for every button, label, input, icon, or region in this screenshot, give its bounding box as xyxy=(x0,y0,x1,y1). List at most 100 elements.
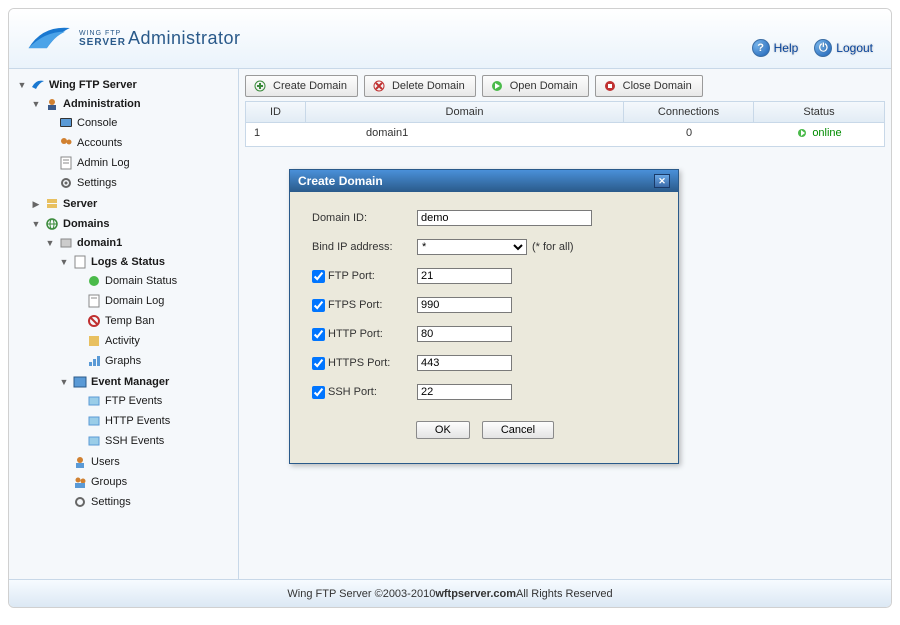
event-manager-icon xyxy=(72,374,88,390)
ftps-port-checkbox[interactable] xyxy=(312,299,325,312)
tree-adminlog[interactable]: Admin Log xyxy=(43,154,234,172)
cell-domain: domain1 xyxy=(306,123,624,146)
ftp-port-label: FTP Port: xyxy=(328,270,375,282)
graphs-icon xyxy=(86,353,102,369)
https-port-input[interactable] xyxy=(417,355,512,371)
bind-ip-hint: (* for all) xyxy=(532,241,574,253)
settings-icon xyxy=(72,494,88,510)
tree-server[interactable]: ▶ Server xyxy=(29,195,234,213)
accounts-icon xyxy=(58,135,74,151)
cell-connections: 0 xyxy=(624,123,754,146)
domains-icon xyxy=(44,216,60,232)
col-connections[interactable]: Connections xyxy=(624,102,754,122)
col-domain[interactable]: Domain xyxy=(306,102,624,122)
tree-console[interactable]: Console xyxy=(43,114,234,132)
tree-domain1[interactable]: ▼ domain1 xyxy=(43,234,234,252)
grid-header: ID Domain Connections Status xyxy=(246,102,884,123)
status-icon xyxy=(86,273,102,289)
logout-icon: ⏻ xyxy=(814,39,832,57)
tree-http-events[interactable]: HTTP Events xyxy=(71,412,234,430)
log-icon xyxy=(86,293,102,309)
create-domain-button[interactable]: Create Domain xyxy=(245,75,358,97)
activity-icon xyxy=(86,333,102,349)
tree-domains[interactable]: ▼ Domains xyxy=(29,215,234,233)
https-port-label: HTTPS Port: xyxy=(328,357,390,369)
ftp-port-checkbox[interactable] xyxy=(312,270,325,283)
tree-admin-settings[interactable]: Settings xyxy=(43,174,234,192)
ban-icon xyxy=(86,313,102,329)
tree-temp-ban[interactable]: Temp Ban xyxy=(71,312,234,330)
tree-domain-settings[interactable]: Settings xyxy=(57,493,234,511)
col-status[interactable]: Status xyxy=(754,102,884,122)
tree-graphs[interactable]: Graphs xyxy=(71,352,234,370)
app-header: WING FTP SERVER Administrator ? Help ⏻ L… xyxy=(9,9,891,69)
toggle-icon[interactable]: ▼ xyxy=(17,80,27,90)
event-icon xyxy=(86,413,102,429)
ftp-port-input[interactable] xyxy=(417,268,512,284)
close-icon xyxy=(602,78,618,94)
close-domain-button[interactable]: Close Domain xyxy=(595,75,703,97)
users-icon xyxy=(72,454,88,470)
brand-top: WING FTP xyxy=(79,30,126,37)
help-link[interactable]: ? Help xyxy=(752,39,799,57)
wing-logo-icon xyxy=(24,19,79,59)
tree-accounts[interactable]: Accounts xyxy=(43,134,234,152)
groups-icon xyxy=(72,474,88,490)
tree-event-manager[interactable]: ▼ Event Manager xyxy=(57,373,234,391)
server-node-icon xyxy=(44,196,60,212)
tree-domain-log[interactable]: Domain Log xyxy=(71,292,234,310)
delete-domain-button[interactable]: Delete Domain xyxy=(364,75,476,97)
toolbar: Create Domain Delete Domain Open Domain … xyxy=(245,75,885,97)
toggle-icon[interactable]: ▼ xyxy=(59,257,69,267)
toggle-icon[interactable]: ▼ xyxy=(31,99,41,109)
delete-icon xyxy=(371,78,387,94)
ssh-port-input[interactable] xyxy=(417,384,512,400)
logout-link[interactable]: ⏻ Logout xyxy=(814,39,873,57)
tree-logs-status[interactable]: ▼ Logs & Status xyxy=(57,253,234,271)
bind-ip-label: Bind IP address: xyxy=(312,241,417,253)
dialog-titlebar[interactable]: Create Domain ✕ xyxy=(290,170,678,192)
event-icon xyxy=(86,433,102,449)
toggle-icon[interactable]: ▼ xyxy=(45,238,55,248)
tree-users[interactable]: Users xyxy=(57,453,234,471)
domain-id-input[interactable] xyxy=(417,210,592,226)
tree-domain-status[interactable]: Domain Status xyxy=(71,272,234,290)
app-title: Administrator xyxy=(128,28,241,49)
toggle-icon[interactable]: ▼ xyxy=(31,219,41,229)
adminlog-icon xyxy=(58,155,74,171)
tree-ssh-events[interactable]: SSH Events xyxy=(71,432,234,450)
dialog-title-text: Create Domain xyxy=(298,174,383,188)
tree-root[interactable]: ▼ Wing FTP Server xyxy=(15,76,234,94)
create-icon xyxy=(252,78,268,94)
ok-button[interactable]: OK xyxy=(416,421,470,439)
event-icon xyxy=(86,393,102,409)
bind-ip-select[interactable]: * xyxy=(417,239,527,255)
server-icon xyxy=(30,77,46,93)
tree-activity[interactable]: Activity xyxy=(71,332,234,350)
create-domain-dialog: Create Domain ✕ Domain ID: Bind IP addre… xyxy=(289,169,679,464)
footer: Wing FTP Server ©2003-2010 wftpserver.co… xyxy=(9,579,891,607)
tree-administration[interactable]: ▼ Administration xyxy=(29,95,234,113)
ftps-port-input[interactable] xyxy=(417,297,512,313)
http-port-checkbox[interactable] xyxy=(312,328,325,341)
cell-status: online xyxy=(754,123,884,146)
toggle-icon[interactable]: ▶ xyxy=(31,199,41,210)
open-domain-button[interactable]: Open Domain xyxy=(482,75,589,97)
http-port-input[interactable] xyxy=(417,326,512,342)
logs-icon xyxy=(72,254,88,270)
dialog-close-button[interactable]: ✕ xyxy=(654,174,670,188)
sidebar: ▼ Wing FTP Server ▼ xyxy=(9,69,239,579)
table-row[interactable]: 1 domain1 0 online xyxy=(246,123,884,146)
https-port-checkbox[interactable] xyxy=(312,357,325,370)
toggle-icon[interactable]: ▼ xyxy=(59,377,69,387)
settings-icon xyxy=(58,175,74,191)
cancel-button[interactable]: Cancel xyxy=(482,421,554,439)
ssh-port-checkbox[interactable] xyxy=(312,386,325,399)
brand-bottom: SERVER xyxy=(79,37,126,48)
tree-ftp-events[interactable]: FTP Events xyxy=(71,392,234,410)
open-icon xyxy=(489,78,505,94)
col-id[interactable]: ID xyxy=(246,102,306,122)
admin-icon xyxy=(44,96,60,112)
tree-groups[interactable]: Groups xyxy=(57,473,234,491)
ftps-port-label: FTPS Port: xyxy=(328,299,382,311)
